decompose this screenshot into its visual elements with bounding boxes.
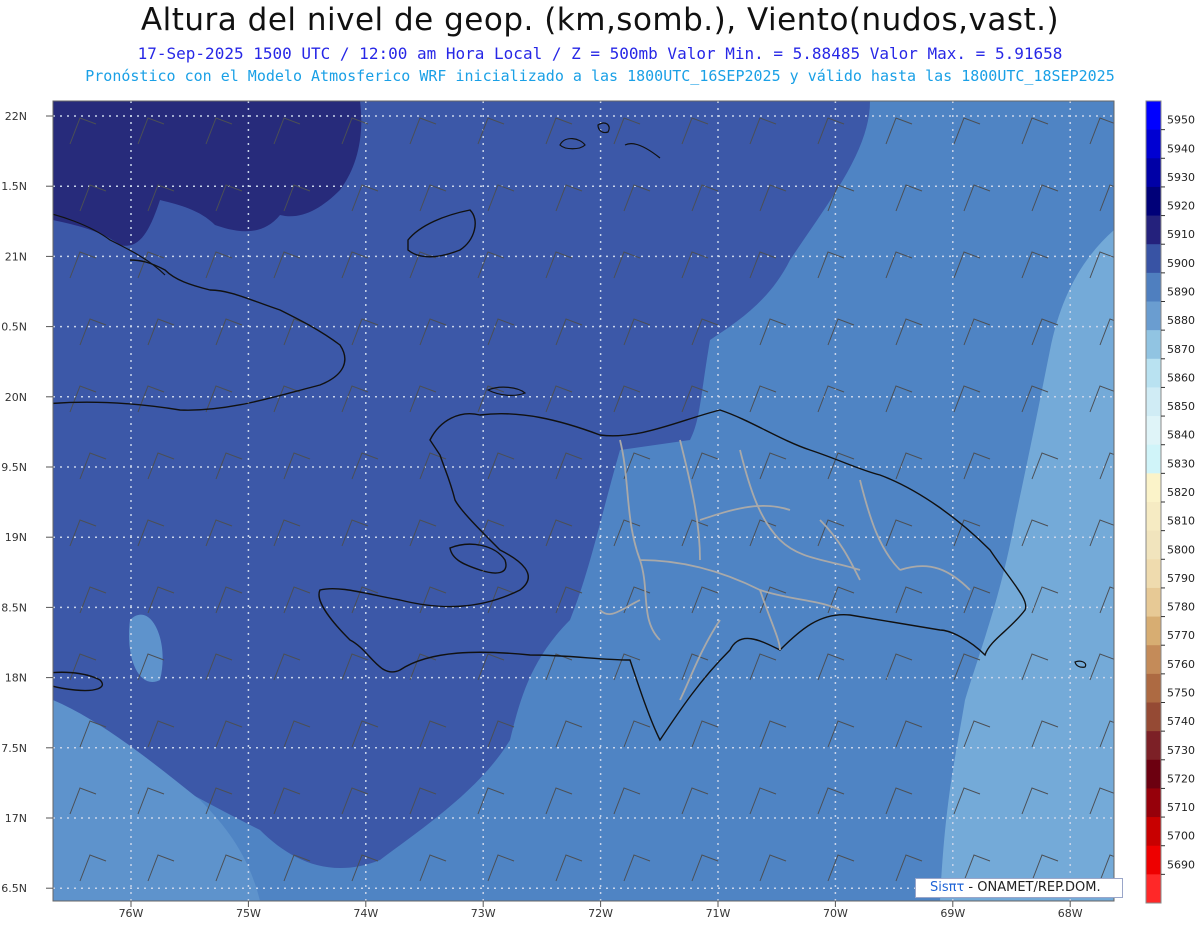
weather-map: 22N 1.5N 21N 0.5N 20N 9.5N 19N 8.5N 18N 7.5N 17N 6.… xyxy=(1,100,1195,920)
lat-tick-label: 9.5N xyxy=(1,461,27,474)
lon-tick-label: 69W xyxy=(940,907,965,920)
lon-tick-label: 71W xyxy=(706,907,731,920)
lon-tick-label: 74W xyxy=(353,907,378,920)
colorbar-label: 5800 xyxy=(1167,543,1195,556)
colorbar-label: 5780 xyxy=(1167,601,1195,614)
colorbar-label: 5940 xyxy=(1167,142,1195,155)
colorbar-swatch xyxy=(1146,530,1161,560)
colorbar-label: 5700 xyxy=(1167,830,1195,843)
colorbar-swatch xyxy=(1146,788,1161,818)
colorbar-label: 5740 xyxy=(1167,715,1195,728)
colorbar-label: 5820 xyxy=(1167,486,1195,499)
colorbar-label: 5930 xyxy=(1167,171,1195,184)
lat-tick-label: 20N xyxy=(5,391,27,404)
lat-tick-label: 18N xyxy=(5,672,27,685)
colorbar-swatch xyxy=(1146,129,1161,159)
colorbar-swatch xyxy=(1146,673,1161,703)
lat-tick-label: 1.5N xyxy=(1,180,27,193)
colorbar-swatch xyxy=(1146,502,1161,532)
colorbar-label: 5690 xyxy=(1167,858,1195,871)
lon-tick-label: 76W xyxy=(119,907,144,920)
colorbar-label: 5760 xyxy=(1167,658,1195,671)
lat-tick-label: 8.5N xyxy=(1,601,27,614)
colorbar-swatch xyxy=(1146,616,1161,646)
colorbar-swatch xyxy=(1146,817,1161,847)
colorbar-label: 5810 xyxy=(1167,515,1195,528)
colorbar-swatch xyxy=(1146,587,1161,618)
colorbar-swatch xyxy=(1146,244,1161,274)
colorbar-swatch xyxy=(1146,702,1161,732)
colorbar-label: 5850 xyxy=(1167,400,1195,413)
colorbar-swatch xyxy=(1146,845,1161,875)
lat-tick-label: 22N xyxy=(5,110,27,123)
colorbar-label: 5920 xyxy=(1167,200,1195,213)
credit-box: Sisπτ - ONAMET/REP.DOM. xyxy=(915,878,1123,898)
colorbar-label: 5830 xyxy=(1167,457,1195,470)
lon-tick-label: 72W xyxy=(588,907,613,920)
colorbar-label: 5750 xyxy=(1167,687,1195,700)
colorbar-swatch xyxy=(1146,874,1161,904)
map-plot-area xyxy=(53,101,1114,901)
lat-tick-label: 21N xyxy=(5,250,27,263)
lat-tick-label: 6.5N xyxy=(1,882,27,895)
colorbar-label: 5860 xyxy=(1167,371,1195,384)
colorbar-swatch xyxy=(1146,444,1161,474)
colorbar-swatch xyxy=(1146,158,1161,188)
lon-tick-label: 73W xyxy=(471,907,496,920)
colorbar-swatch xyxy=(1146,731,1161,761)
colorbar-swatch xyxy=(1146,387,1161,417)
colorbar-label: 5720 xyxy=(1167,772,1195,785)
colorbar-label: 5710 xyxy=(1167,801,1195,814)
colorbar: 5950 5940 5930 5920 5910 5900 5890 5880 5870 5860… xyxy=(1145,100,1195,904)
colorbar-label: 5880 xyxy=(1167,314,1195,327)
colorbar-label: 5730 xyxy=(1167,744,1195,757)
colorbar-swatch xyxy=(1146,301,1161,331)
colorbar-label: 5890 xyxy=(1167,286,1195,299)
credit-brand: Sisπτ xyxy=(930,880,965,895)
lat-tick-label: 17N xyxy=(5,812,27,825)
colorbar-swatch xyxy=(1146,272,1161,302)
colorbar-swatch xyxy=(1146,358,1161,388)
colorbar-label: 5790 xyxy=(1167,572,1195,585)
colorbar-label: 5770 xyxy=(1167,629,1195,642)
colorbar-label: 5900 xyxy=(1167,257,1195,270)
lat-tick-label: 7.5N xyxy=(1,742,27,755)
colorbar-label: 5910 xyxy=(1167,228,1195,241)
colorbar-swatch xyxy=(1146,559,1161,589)
lon-tick-label: 75W xyxy=(236,907,261,920)
colorbar-swatch xyxy=(1146,186,1161,217)
colorbar-swatch xyxy=(1146,416,1161,446)
colorbar-swatch xyxy=(1146,215,1161,245)
lat-tick-label: 0.5N xyxy=(1,321,27,334)
colorbar-swatch xyxy=(1146,101,1161,131)
lon-tick-label: 68W xyxy=(1058,907,1083,920)
credit-text: - ONAMET/REP.DOM. xyxy=(964,880,1101,895)
colorbar-swatch xyxy=(1146,473,1161,503)
lat-tick-label: 19N xyxy=(5,531,27,544)
colorbar-label: 5950 xyxy=(1167,114,1195,127)
lon-tick-label: 70W xyxy=(823,907,848,920)
colorbar-swatch xyxy=(1146,759,1161,789)
colorbar-swatch xyxy=(1146,645,1161,675)
colorbar-label: 5870 xyxy=(1167,343,1195,356)
colorbar-label: 5840 xyxy=(1167,429,1195,442)
colorbar-swatch xyxy=(1146,330,1161,360)
